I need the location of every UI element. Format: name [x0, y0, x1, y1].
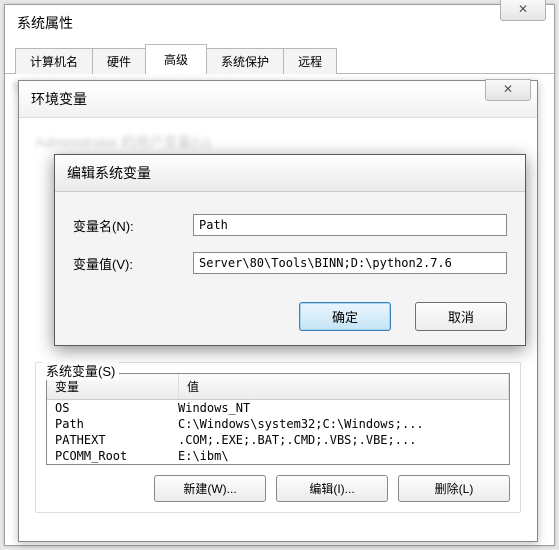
ok-button[interactable]: 确定 — [299, 302, 391, 331]
tab-system-protection[interactable]: 系统保护 — [206, 48, 284, 74]
cell-value: .COM;.EXE;.BAT;.CMD;.VBS;.VBE;... — [170, 433, 509, 447]
variable-name-row: 变量名(N): — [73, 214, 507, 236]
dialog-body: 变量名(N): 变量值(V): — [55, 192, 525, 302]
cell-name: PATHEXT — [47, 433, 170, 447]
dialog-button-row: 确定 取消 — [55, 302, 525, 341]
edit-button[interactable]: 编辑(I)... — [276, 475, 388, 502]
cell-value: Windows_NT — [170, 401, 509, 415]
variable-name-input[interactable] — [193, 214, 507, 236]
cell-value: E:\ibm\ — [170, 449, 509, 463]
table-row[interactable]: PATHEXT .COM;.EXE;.BAT;.CMD;.VBS;.VBE;..… — [47, 432, 509, 448]
dialog-title: 环境变量 — [19, 81, 537, 118]
cell-value: C:\Windows\system32;C:\Windows;... — [170, 417, 509, 431]
tab-computer-name[interactable]: 计算机名 — [15, 48, 93, 74]
close-icon: ✕ — [503, 82, 513, 96]
variable-value-label: 变量值(V): — [73, 254, 193, 273]
edit-system-variable-dialog: 编辑系统变量 变量名(N): 变量值(V): 确定 取消 — [54, 154, 526, 346]
variable-value-row: 变量值(V): — [73, 252, 507, 274]
cell-name: Path — [47, 417, 170, 431]
close-button[interactable]: ✕ — [485, 79, 531, 101]
delete-button[interactable]: 删除(L) — [398, 475, 510, 502]
cancel-button[interactable]: 取消 — [415, 302, 507, 331]
system-vars-label: 系统变量(S) — [42, 361, 119, 380]
variable-name-label: 变量名(N): — [73, 216, 193, 235]
cell-name: PCOMM_Root — [47, 449, 170, 463]
header-value[interactable]: 值 — [179, 374, 509, 399]
tab-hardware[interactable]: 硬件 — [92, 48, 146, 74]
cell-name: OS — [47, 401, 170, 415]
table-row[interactable]: OS Windows_NT — [47, 400, 509, 416]
close-button[interactable]: ✕ — [500, 0, 546, 21]
new-button[interactable]: 新建(W)... — [154, 475, 266, 502]
system-vars-group: 系统变量(S) 变量 值 OS Windows_NT Path C:\Windo… — [35, 362, 521, 513]
system-vars-table[interactable]: 变量 值 OS Windows_NT Path C:\Windows\syste… — [46, 373, 510, 465]
close-icon: ✕ — [518, 2, 528, 16]
window-title: 系统属性 — [5, 5, 554, 43]
tab-bar: 计算机名 硬件 高级 系统保护 远程 — [5, 43, 554, 74]
table-row[interactable]: PCOMM_Root E:\ibm\ — [47, 448, 509, 464]
tab-advanced[interactable]: 高级 — [145, 44, 207, 74]
button-row: 新建(W)... 编辑(I)... 删除(L) — [46, 475, 510, 502]
variable-value-input[interactable] — [193, 252, 507, 274]
table-row[interactable]: Path C:\Windows\system32;C:\Windows;... — [47, 416, 509, 432]
dialog-title: 编辑系统变量 — [55, 155, 525, 192]
tab-remote[interactable]: 远程 — [283, 48, 337, 74]
